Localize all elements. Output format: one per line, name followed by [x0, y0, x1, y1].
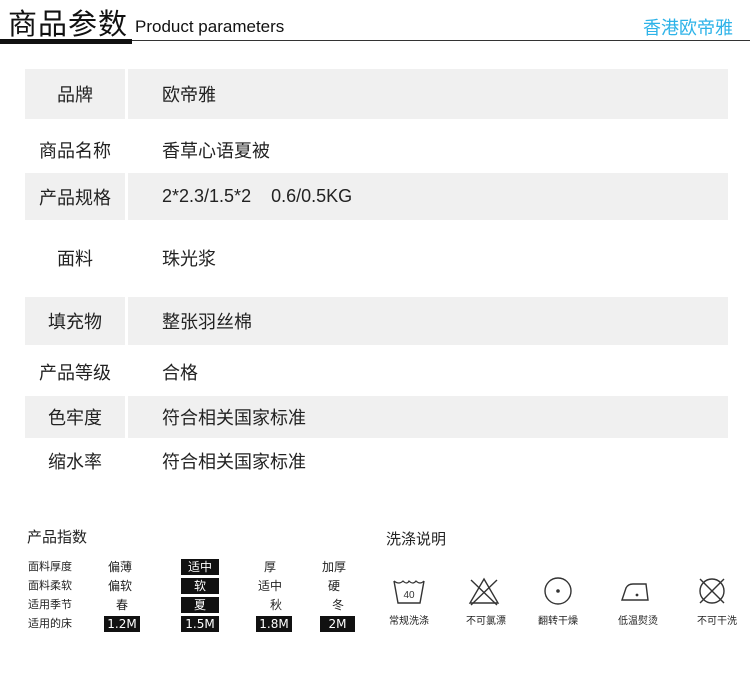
tumble-dry-icon — [527, 576, 589, 606]
param-label: 面料 — [57, 249, 93, 270]
param-value: 欧帝雅 — [128, 69, 728, 119]
param-value: 符合相关国家标准 — [128, 396, 728, 438]
index-option: 适中 — [257, 579, 282, 593]
param-value: 2*2.3/1.5*2 0.6/0.5KG — [128, 173, 728, 220]
care-label: 不可干洗 — [697, 616, 737, 627]
care-label: 常规洗涤 — [389, 616, 429, 627]
param-row-fabric: 面料 珠光浆 — [25, 230, 728, 286]
param-label: 品牌 — [25, 69, 125, 119]
param-label: 缩水率 — [48, 452, 102, 473]
param-row-color-fastness: 色牢度 符合相关国家标准 — [25, 396, 728, 438]
page-title: 商品参数 — [8, 7, 129, 41]
index-option: 厚 — [263, 560, 276, 574]
index-option-selected: 夏 — [181, 597, 219, 613]
param-row-spec: 产品规格 2*2.3/1.5*2 0.6/0.5KG — [25, 173, 728, 220]
care-section-title: 洗涤说明 — [386, 530, 447, 548]
param-value: 香草心语夏被 — [162, 141, 270, 162]
param-label: 产品规格 — [25, 173, 125, 220]
param-row-product-name: 商品名称 香草心语夏被 — [25, 127, 728, 173]
brand-name: 香港欧帝雅 — [643, 18, 733, 39]
index-option: 春 — [115, 598, 128, 612]
index-option-selected: 适中 — [181, 559, 219, 575]
param-label: 填充物 — [25, 297, 125, 345]
index-option-selected: 1.2M — [104, 616, 140, 632]
param-value: 珠光浆 — [162, 249, 216, 270]
wash-temp: 40 — [403, 590, 415, 601]
param-label: 产品等级 — [39, 363, 111, 384]
param-label: 商品名称 — [39, 141, 111, 162]
low-iron-icon — [604, 576, 666, 606]
index-row-label: 适用的床 — [28, 617, 72, 630]
index-row-label: 面料厚度 — [28, 560, 72, 573]
care-label: 低温熨烫 — [618, 616, 658, 627]
index-option: 偏软 — [107, 579, 132, 593]
param-row-filling: 填充物 整张羽丝棉 — [25, 297, 728, 345]
index-option-selected: 软 — [181, 578, 219, 594]
index-option: 冬 — [331, 598, 344, 612]
index-section-title: 产品指数 — [27, 528, 88, 546]
index-row-label: 适用季节 — [28, 598, 72, 611]
wash-40-icon: 40 — [378, 576, 440, 606]
index-option: 偏薄 — [107, 560, 132, 574]
index-option: 硬 — [327, 579, 340, 593]
param-label: 色牢度 — [25, 396, 125, 438]
param-row-grade: 产品等级 合格 — [25, 350, 728, 394]
care-label: 不可氯漂 — [466, 616, 506, 627]
param-row-brand: 品牌 欧帝雅 — [25, 69, 728, 119]
page-subtitle: Product parameters — [135, 17, 285, 36]
index-option: 加厚 — [321, 560, 346, 574]
index-option-selected: 2M — [320, 616, 355, 632]
header-accent-bar — [0, 39, 132, 44]
index-row-label: 面料柔软 — [28, 579, 72, 592]
no-dry-clean-icon — [681, 576, 743, 606]
no-bleach-icon — [453, 576, 515, 606]
param-value: 符合相关国家标准 — [162, 452, 306, 473]
index-option-selected: 1.8M — [256, 616, 292, 632]
index-option: 秋 — [269, 598, 282, 612]
param-value: 整张羽丝棉 — [128, 297, 728, 345]
param-row-shrinkage: 缩水率 符合相关国家标准 — [25, 440, 728, 482]
care-label: 翻转干燥 — [538, 616, 578, 627]
index-option-selected: 1.5M — [181, 616, 219, 632]
param-value: 合格 — [162, 363, 198, 384]
